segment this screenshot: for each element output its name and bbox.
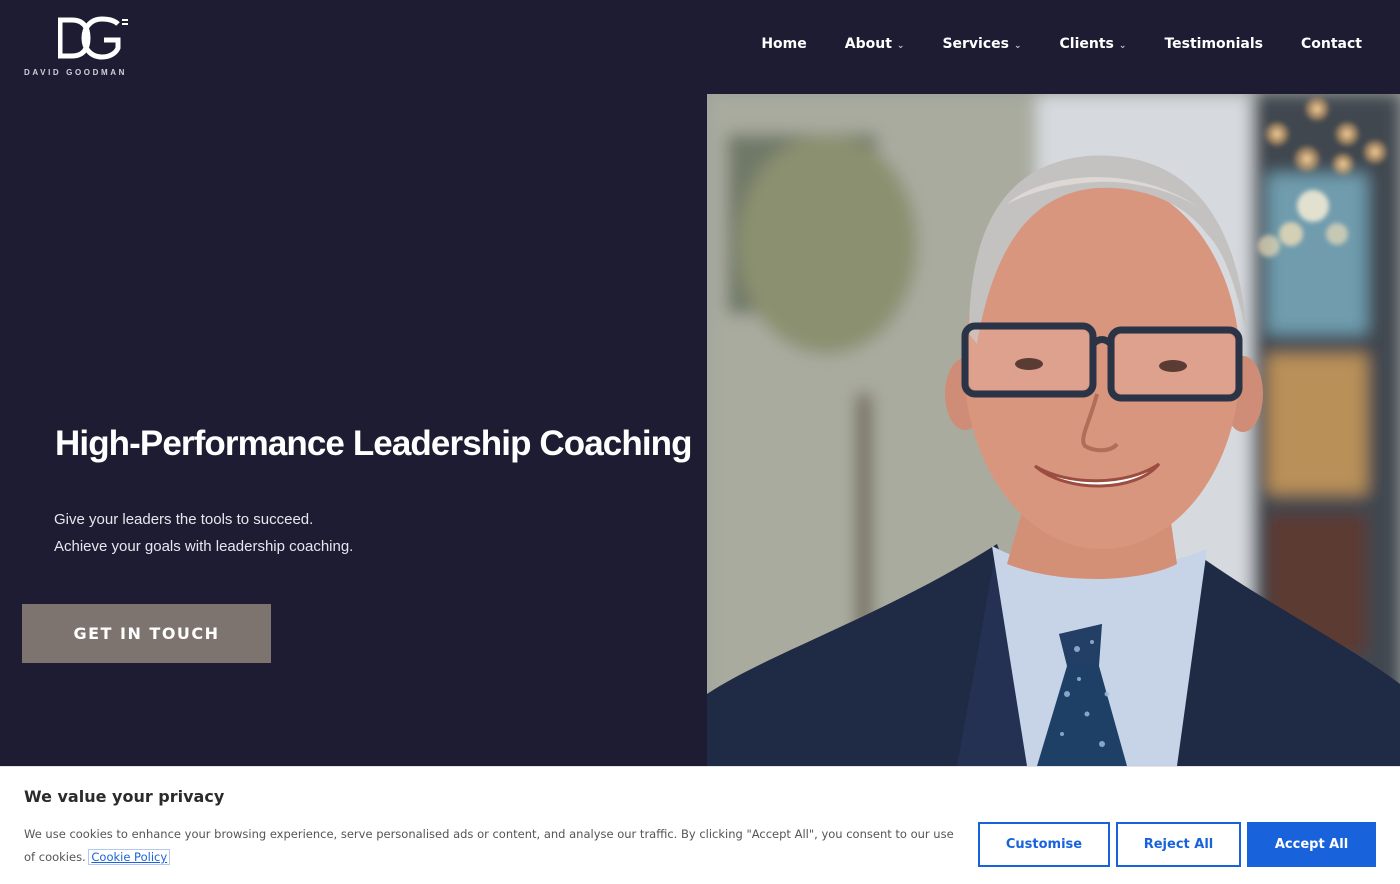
nav-clients[interactable]: Clients ⌄ xyxy=(1060,36,1127,52)
coach-portrait-photo xyxy=(707,94,1400,766)
reject-all-button[interactable]: Reject All xyxy=(1116,822,1241,867)
nav-home[interactable]: Home xyxy=(761,36,806,52)
chevron-down-icon: ⌄ xyxy=(896,41,905,51)
cookie-title: We value your privacy xyxy=(24,787,225,806)
nav-testimonials-label: Testimonials xyxy=(1164,36,1263,52)
get-in-touch-button[interactable]: GET IN TOUCH xyxy=(22,604,271,663)
chevron-down-icon: ⌄ xyxy=(1118,41,1127,51)
nav-about-label: About xyxy=(844,36,892,52)
nav-contact[interactable]: Contact xyxy=(1301,36,1362,52)
cookie-consent-banner: We value your privacy We use cookies to … xyxy=(0,766,1400,884)
dg-monogram-logo xyxy=(58,16,128,60)
customise-button[interactable]: Customise xyxy=(978,822,1110,867)
logo-wordmark: DAVID GOODMAN xyxy=(24,68,127,77)
accept-all-button[interactable]: Accept All xyxy=(1247,822,1376,867)
nav-contact-label: Contact xyxy=(1301,36,1362,52)
nav-home-label: Home xyxy=(761,36,807,52)
cookie-description: We use cookies to enhance your browsing … xyxy=(24,823,964,869)
hero-subtitle: Give your leaders the tools to succeed. … xyxy=(54,506,353,560)
cookie-policy-link[interactable]: Cookie Policy xyxy=(88,849,171,865)
main-navigation: Home About ⌄ Services ⌄ Clients ⌄ Testimoni… xyxy=(723,36,1362,52)
nav-clients-label: Clients xyxy=(1059,36,1114,52)
hero-title: High-Performance Leadership Coaching xyxy=(55,424,693,463)
portrait-illustration xyxy=(707,94,1400,766)
hero-subtitle-line-1: Give your leaders the tools to succeed. xyxy=(54,511,314,528)
nav-about[interactable]: About ⌄ xyxy=(845,36,905,52)
chevron-down-icon: ⌄ xyxy=(1013,41,1022,51)
nav-services-label: Services xyxy=(942,36,1009,52)
hero-subtitle-line-2: Achieve your goals with leadership coach… xyxy=(54,538,354,555)
nav-services[interactable]: Services ⌄ xyxy=(942,36,1021,52)
brand-logo[interactable]: DAVID GOODMAN xyxy=(22,16,164,80)
nav-testimonials[interactable]: Testimonials xyxy=(1164,36,1263,52)
